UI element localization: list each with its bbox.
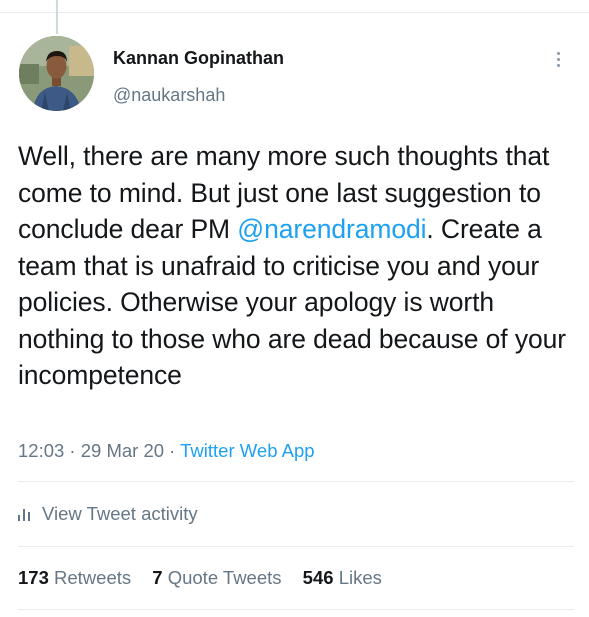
bar-chart-icon (18, 507, 32, 521)
author-handle[interactable]: @naukarshah (113, 85, 225, 106)
tweet-time[interactable]: 12:03 (18, 440, 64, 461)
likes-count: 546 (302, 567, 334, 588)
more-vertical-icon[interactable] (553, 48, 565, 72)
retweets-label: Retweets (54, 567, 132, 588)
avatar-photo (19, 36, 94, 111)
top-divider (0, 0, 589, 13)
tweet-text: Well, there are many more such thoughts … (18, 138, 578, 394)
view-tweet-activity-button[interactable]: View Tweet activity (18, 503, 198, 525)
retweets-stat[interactable]: 173 Retweets (18, 567, 131, 588)
likes-stat[interactable]: 546 Likes (303, 567, 382, 588)
thread-connector-line (56, 0, 58, 34)
divider (18, 481, 574, 482)
divider (18, 609, 574, 610)
tweet-meta: 12:03 · 29 Mar 20 · Twitter Web App (18, 440, 315, 462)
retweets-count: 173 (18, 567, 49, 588)
quote-tweets-stat[interactable]: 7 Quote Tweets (152, 567, 281, 588)
tweet-source-app[interactable]: Twitter Web App (180, 440, 314, 461)
mention-link[interactable]: @narendramodi (237, 214, 426, 244)
tweet-stats: 173 Retweets 7 Quote Tweets 546 Likes (18, 567, 398, 589)
meta-separator: · (164, 440, 181, 461)
tweet-date[interactable]: 29 Mar 20 (81, 440, 164, 461)
avatar[interactable] (19, 36, 94, 111)
divider (18, 546, 574, 547)
likes-label: Likes (338, 567, 382, 588)
quote-tweets-count: 7 (152, 567, 163, 588)
view-tweet-activity-label: View Tweet activity (42, 503, 198, 524)
meta-separator: · (64, 440, 81, 461)
quote-tweets-label: Quote Tweets (167, 567, 282, 588)
author-name[interactable]: Kannan Gopinathan (113, 48, 284, 69)
